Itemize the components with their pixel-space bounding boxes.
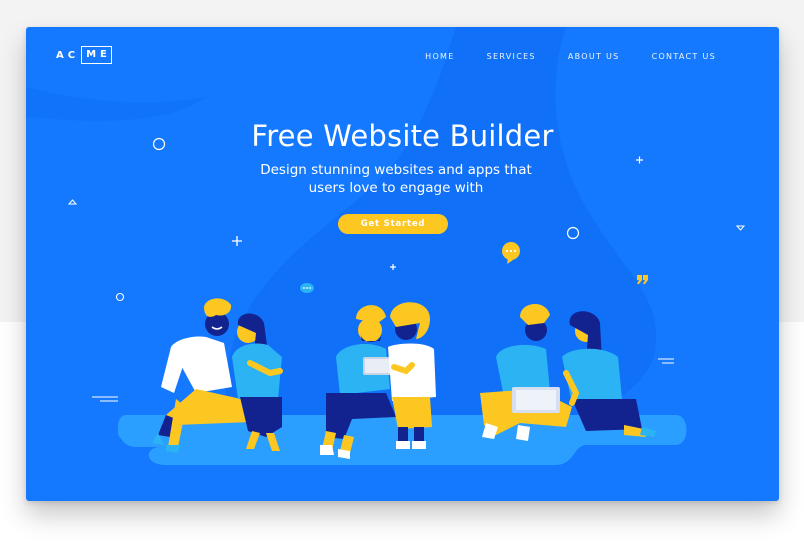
nav-services-link[interactable]: SERVICES <box>487 52 536 61</box>
top-navigation: HOME SERVICES ABOUT US CONTACT US <box>425 52 716 61</box>
nav-home-link[interactable]: HOME <box>425 52 454 61</box>
chat-bubble-icon <box>300 283 314 293</box>
hero-headline: Free Website Builder <box>251 119 554 153</box>
nav-contact-us-link[interactable]: CONTACT US <box>652 52 716 61</box>
nav-about-us-link[interactable]: ABOUT US <box>568 52 620 61</box>
hero-illustration <box>26 27 746 465</box>
hero-card: AC ME HOME SERVICES ABOUT US CONTACT US … <box>26 27 779 501</box>
quote-icon <box>637 275 648 284</box>
get-started-button[interactable]: Get Started <box>338 214 448 234</box>
hero-subline: Design stunning websites and apps that u… <box>260 162 532 196</box>
triangle-decoration-icon <box>67 199 78 205</box>
logo-text-left: AC <box>56 49 80 61</box>
acme-logo[interactable]: AC ME <box>56 46 112 64</box>
circle-decoration-icon <box>115 292 125 302</box>
plus-decoration-icon <box>636 156 643 164</box>
triangle-decoration-icon <box>735 225 746 231</box>
ground-shape-left <box>118 427 146 439</box>
logo-text-boxed: ME <box>81 46 112 64</box>
plus-decoration-icon <box>232 236 242 246</box>
background-wave <box>26 87 206 121</box>
